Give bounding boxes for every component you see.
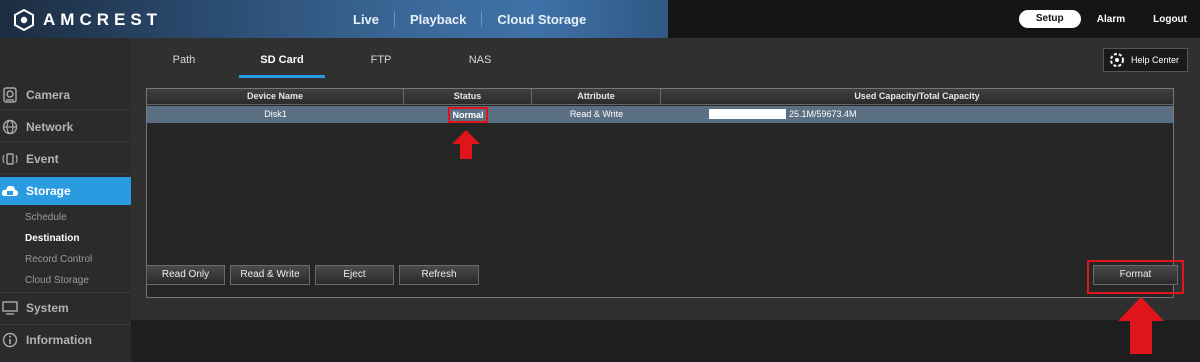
- column-header-capacity: Used Capacity/Total Capacity: [854, 91, 980, 101]
- setup-button[interactable]: Setup: [1018, 10, 1081, 28]
- sidebar: Camera Network Event Storage Schedule De…: [0, 38, 138, 362]
- sidebar-subitem-cloud-storage[interactable]: Cloud Storage: [25, 275, 89, 286]
- help-center-label: Help Center: [1131, 55, 1180, 65]
- sidebar-item-system[interactable]: System: [0, 294, 131, 322]
- refresh-button[interactable]: Refresh: [399, 265, 479, 285]
- table-row[interactable]: Disk1 Normal Read & Write 25.1M/59673.4M: [147, 106, 1173, 123]
- sidebar-divider: [0, 109, 131, 110]
- tab-ftp[interactable]: FTP: [366, 54, 396, 66]
- info-icon: [1, 331, 19, 349]
- brand-name: AMCREST: [43, 10, 163, 29]
- logout-link[interactable]: Logout: [1153, 14, 1187, 25]
- help-center-icon: [1110, 53, 1124, 67]
- sidebar-item-label: Network: [26, 120, 74, 134]
- capacity-bar: [709, 108, 786, 119]
- nav-cloud-storage[interactable]: Cloud Storage: [482, 12, 601, 27]
- cell-status: Normal: [404, 106, 532, 123]
- status-badge: Normal: [448, 107, 488, 123]
- table-header: Device Name Status Attribute Used Capaci…: [147, 89, 1173, 105]
- sidebar-item-camera[interactable]: Camera: [0, 81, 131, 109]
- read-write-button[interactable]: Read & Write: [230, 265, 310, 285]
- sidebar-item-storage[interactable]: Storage: [0, 177, 138, 205]
- nav-separator: [394, 11, 396, 27]
- nav-separator: [481, 11, 483, 27]
- camera-icon: [1, 86, 19, 104]
- main-nav: Live Playback Cloud Storage: [338, 0, 601, 38]
- monitor-icon: [1, 299, 19, 317]
- tab-path[interactable]: Path: [171, 54, 197, 66]
- sidebar-divider: [0, 173, 131, 174]
- network-globe-icon: [1, 118, 19, 136]
- cell-attribute: Read & Write: [569, 109, 624, 119]
- nav-playback[interactable]: Playback: [395, 12, 481, 27]
- capacity-text: 25.1M/59673.4M: [789, 109, 857, 119]
- column-header-device-name: Device Name: [147, 89, 404, 104]
- nav-live[interactable]: Live: [338, 12, 394, 27]
- sidebar-item-label: Storage: [26, 184, 71, 198]
- sidebar-item-label: Event: [26, 152, 59, 166]
- eject-button[interactable]: Eject: [315, 265, 394, 285]
- read-only-button[interactable]: Read Only: [146, 265, 225, 285]
- sidebar-item-label: System: [26, 301, 69, 315]
- sidebar-divider: [0, 292, 131, 293]
- cloud-storage-icon: [1, 182, 19, 200]
- amcrest-logo-icon: [14, 9, 34, 31]
- format-up-arrow-icon: [1118, 297, 1164, 354]
- sidebar-item-network[interactable]: Network: [0, 113, 131, 141]
- sidebar-item-label: Information: [26, 333, 92, 347]
- sidebar-item-information[interactable]: Information: [0, 326, 131, 354]
- sidebar-subitem-schedule[interactable]: Schedule: [25, 212, 67, 223]
- sidebar-item-label: Camera: [26, 88, 71, 102]
- sidebar-subitem-destination[interactable]: Destination: [25, 233, 79, 244]
- cell-device-name: Disk1: [264, 109, 287, 119]
- help-center-button[interactable]: Help Center: [1103, 48, 1188, 72]
- status-up-arrow-icon: [452, 130, 480, 159]
- active-tab-indicator: [239, 75, 325, 78]
- column-header-status: Status: [404, 89, 532, 104]
- tab-sd-card[interactable]: SD Card: [239, 54, 325, 66]
- column-header-attribute: Attribute: [532, 89, 661, 104]
- top-right-controls: Setup Alarm Logout: [1018, 0, 1200, 38]
- sidebar-divider: [0, 324, 131, 325]
- alarm-link[interactable]: Alarm: [1097, 14, 1125, 25]
- tab-nas[interactable]: NAS: [465, 54, 495, 66]
- main-panel: Path SD Card FTP NAS Help Center Device …: [131, 38, 1200, 320]
- sidebar-subitem-record-control[interactable]: Record Control: [25, 254, 92, 265]
- sidebar-divider: [0, 141, 131, 142]
- brand-logo: AMCREST: [14, 9, 162, 31]
- event-alarm-icon: [1, 150, 19, 168]
- cell-capacity: 25.1M/59673.4M: [661, 106, 1173, 123]
- top-bar: AMCREST Live Playback Cloud Storage Setu…: [0, 0, 1200, 38]
- format-button[interactable]: Format: [1093, 265, 1178, 285]
- sidebar-item-event[interactable]: Event: [0, 145, 131, 173]
